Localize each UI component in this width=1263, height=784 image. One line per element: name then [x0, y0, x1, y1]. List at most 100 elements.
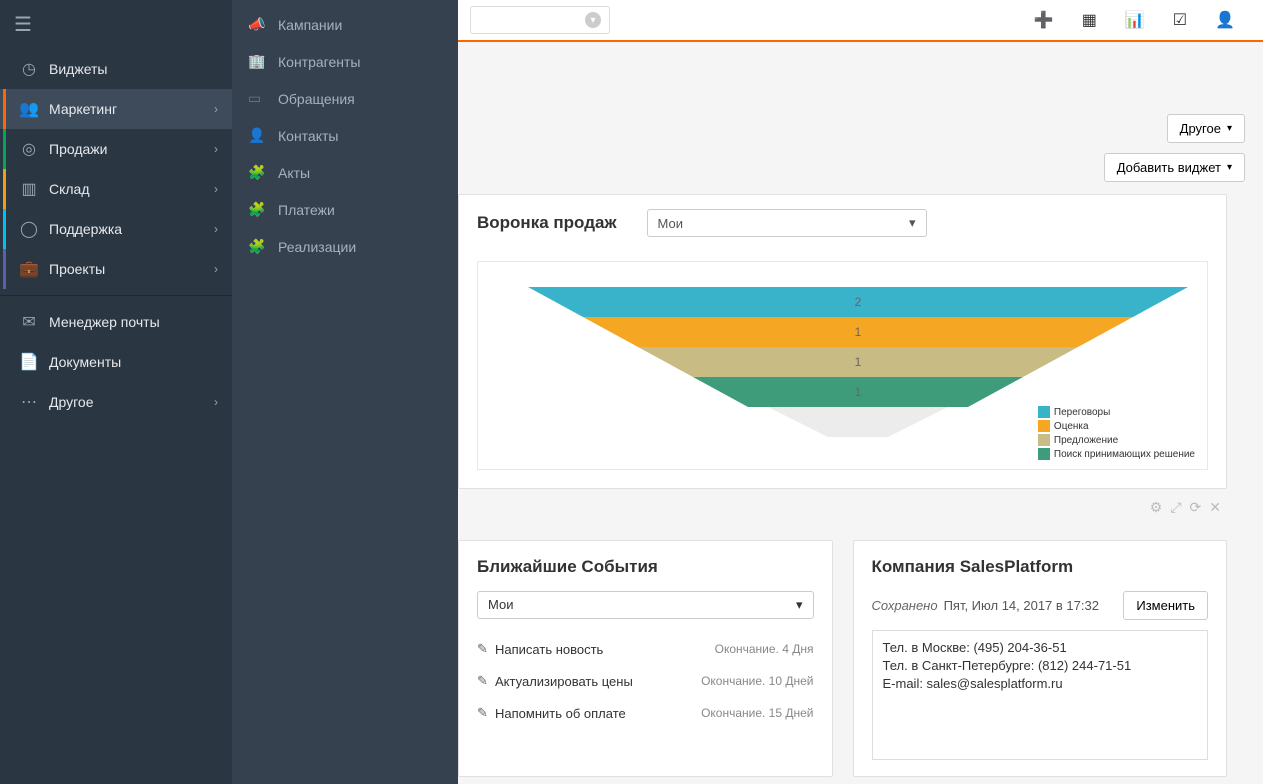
legend-label: Переговоры — [1054, 407, 1110, 418]
legend-label: Поиск принимающих решение — [1054, 449, 1195, 460]
chevron-right-icon: › — [214, 142, 218, 156]
life-ring-icon: ◯ — [17, 219, 41, 239]
widget-title: Ближайшие События — [477, 557, 814, 577]
sidebar-item-label: Другое — [49, 394, 214, 410]
submenu-item-label: Реализации — [278, 239, 356, 255]
funnel-chart: 2111 ПереговорыОценкаПредложениеПоиск пр… — [477, 261, 1208, 470]
sidebar-item-widgets[interactable]: ◷ Виджеты — [0, 49, 232, 89]
stripe-marker — [3, 89, 6, 129]
legend-swatch — [1038, 448, 1050, 460]
event-row[interactable]: ✎ Напомнить об оплате Окончание. 15 Дней — [477, 697, 814, 729]
person-icon: 👤 — [248, 127, 270, 144]
chart-icon[interactable]: 📊 — [1125, 10, 1145, 30]
caret-down-icon: ▾ — [1227, 162, 1232, 173]
legend-item: Оценка — [1034, 419, 1199, 433]
sidebar-item-label: Продажи — [49, 141, 214, 157]
other-dropdown[interactable]: Другое ▾ — [1167, 114, 1245, 143]
widget-title: Компания SalesPlatform — [872, 557, 1209, 577]
gear-icon[interactable]: ⚙ — [1150, 499, 1163, 516]
add-widget-dropdown[interactable]: Добавить виджет ▾ — [1104, 153, 1245, 182]
sidebar-item-documents[interactable]: 📄 Документы — [0, 342, 232, 382]
submenu-item-label: Платежи — [278, 202, 335, 218]
legend-label: Оценка — [1054, 421, 1089, 432]
sidebar-item-label: Виджеты — [49, 61, 218, 77]
sidebar-item-projects[interactable]: 💼 Проекты › — [0, 249, 232, 289]
sidebar-item-warehouse[interactable]: ▥ Склад › — [0, 169, 232, 209]
submenu-item-label: Кампании — [278, 17, 342, 33]
legend-swatch — [1038, 434, 1050, 446]
puzzle-icon: 🧩 — [248, 164, 270, 181]
sidebar-item-marketing[interactable]: 👥 Маркетинг › — [0, 89, 232, 129]
svg-text:2: 2 — [855, 295, 862, 309]
submenu-item-cases[interactable]: ▭ Обращения — [232, 80, 458, 117]
event-end: Окончание. 15 Дней — [701, 706, 813, 720]
expand-icon[interactable]: ⤢ — [1170, 499, 1181, 516]
event-end: Окончание. 4 Дня — [715, 642, 814, 656]
legend-swatch — [1038, 406, 1050, 418]
events-filter-select[interactable]: Мои ▾ — [477, 591, 814, 619]
sidebar-item-label: Склад — [49, 181, 214, 197]
sidebar-item-mail[interactable]: ✉ Менеджер почты — [0, 302, 232, 342]
submenu-item-label: Акты — [278, 165, 310, 181]
button-label: Другое — [1180, 121, 1221, 136]
hamburger-icon[interactable]: ☰ — [0, 0, 232, 49]
submenu-item-realizations[interactable]: 🧩 Реализации — [232, 228, 458, 265]
widget-title: Воронка продаж — [477, 213, 617, 233]
edit-button[interactable]: Изменить — [1123, 591, 1208, 620]
event-row[interactable]: ✎ Написать новость Окончание. 4 Дня — [477, 633, 814, 665]
refresh-icon[interactable]: ⟳ — [1190, 499, 1202, 516]
calendar-icon[interactable]: ▦ — [1082, 10, 1097, 30]
user-icon[interactable]: 👤 — [1215, 10, 1235, 30]
close-icon[interactable]: ✕ — [1209, 499, 1221, 516]
stripe-marker — [3, 169, 6, 209]
legend-item: Поиск принимающих решение — [1034, 447, 1199, 461]
note-widget: Компания SalesPlatform Сохранено Пят, Ию… — [853, 540, 1228, 777]
event-title: Актуализировать цены — [495, 674, 701, 689]
button-label: Добавить виджет — [1117, 160, 1221, 175]
event-row[interactable]: ✎ Актуализировать цены Окончание. 10 Дне… — [477, 665, 814, 697]
edit-icon[interactable]: ✎ — [477, 705, 495, 721]
plus-icon[interactable]: ➕ — [1034, 10, 1054, 30]
submenu-item-accounts[interactable]: 🏢 Контрагенты — [232, 43, 458, 80]
megaphone-icon: 📣 — [248, 16, 270, 33]
legend-label: Предложение — [1054, 435, 1118, 446]
submenu-item-contacts[interactable]: 👤 Контакты — [232, 117, 458, 154]
sidebar: ☰ ◷ Виджеты 👥 Маркетинг › ◎ Продажи › ▥ … — [0, 0, 232, 784]
stripe-marker — [3, 209, 6, 249]
saved-date: Пят, Июл 14, 2017 в 17:32 — [944, 598, 1099, 613]
events-widget: Ближайшие События Мои ▾ ✎ Написать новос… — [458, 540, 833, 777]
mail-icon: ✉ — [17, 312, 41, 332]
legend-item: Переговоры — [1034, 405, 1199, 419]
edit-icon[interactable]: ✎ — [477, 641, 495, 657]
edit-icon[interactable]: ✎ — [477, 673, 495, 689]
sidebar-item-sales[interactable]: ◎ Продажи › — [0, 129, 232, 169]
note-line: Тел. в Москве: (495) 204-36-51 — [883, 639, 1198, 657]
chevron-right-icon: › — [214, 395, 218, 409]
sidebar-item-label: Менеджер почты — [49, 314, 218, 330]
svg-text:1: 1 — [855, 325, 862, 339]
funnel-filter-select[interactable]: Мои ▾ — [647, 209, 927, 237]
chevron-right-icon: › — [214, 182, 218, 196]
svg-text:1: 1 — [855, 355, 862, 369]
submenu-item-payments[interactable]: 🧩 Платежи — [232, 191, 458, 228]
search-dropdown[interactable]: ▾ — [470, 6, 610, 34]
funnel-legend: Переговоры Оценка Предложение Поиск принима… — [1034, 405, 1199, 461]
sidebar-item-other[interactable]: ⋯ Другое › — [0, 382, 232, 422]
submenu-item-campaigns[interactable]: 📣 Кампании — [232, 6, 458, 43]
sidebar-item-label: Поддержка — [49, 221, 214, 237]
note-body: Тел. в Москве: (495) 204-36-51Тел. в Сан… — [872, 630, 1209, 760]
submenu-item-label: Контакты — [278, 128, 338, 144]
widget-footer-controls: ⚙ ⤢ ⟳ ✕ — [458, 495, 1227, 520]
submenu-item-acts[interactable]: 🧩 Акты — [232, 154, 458, 191]
sidebar-item-label: Документы — [49, 354, 218, 370]
note-line: E-mail: sales@salesplatform.ru — [883, 675, 1198, 693]
sidebar-item-support[interactable]: ◯ Поддержка › — [0, 209, 232, 249]
check-icon[interactable]: ☑ — [1173, 10, 1187, 30]
building-icon: 🏢 — [248, 53, 270, 70]
event-title: Напомнить об оплате — [495, 706, 701, 721]
doc-icon: 📄 — [17, 352, 41, 372]
sidebar-item-label: Проекты — [49, 261, 214, 277]
submenu-item-label: Обращения — [278, 91, 355, 107]
select-value: Мои — [658, 216, 683, 231]
legend-item: Предложение — [1034, 433, 1199, 447]
